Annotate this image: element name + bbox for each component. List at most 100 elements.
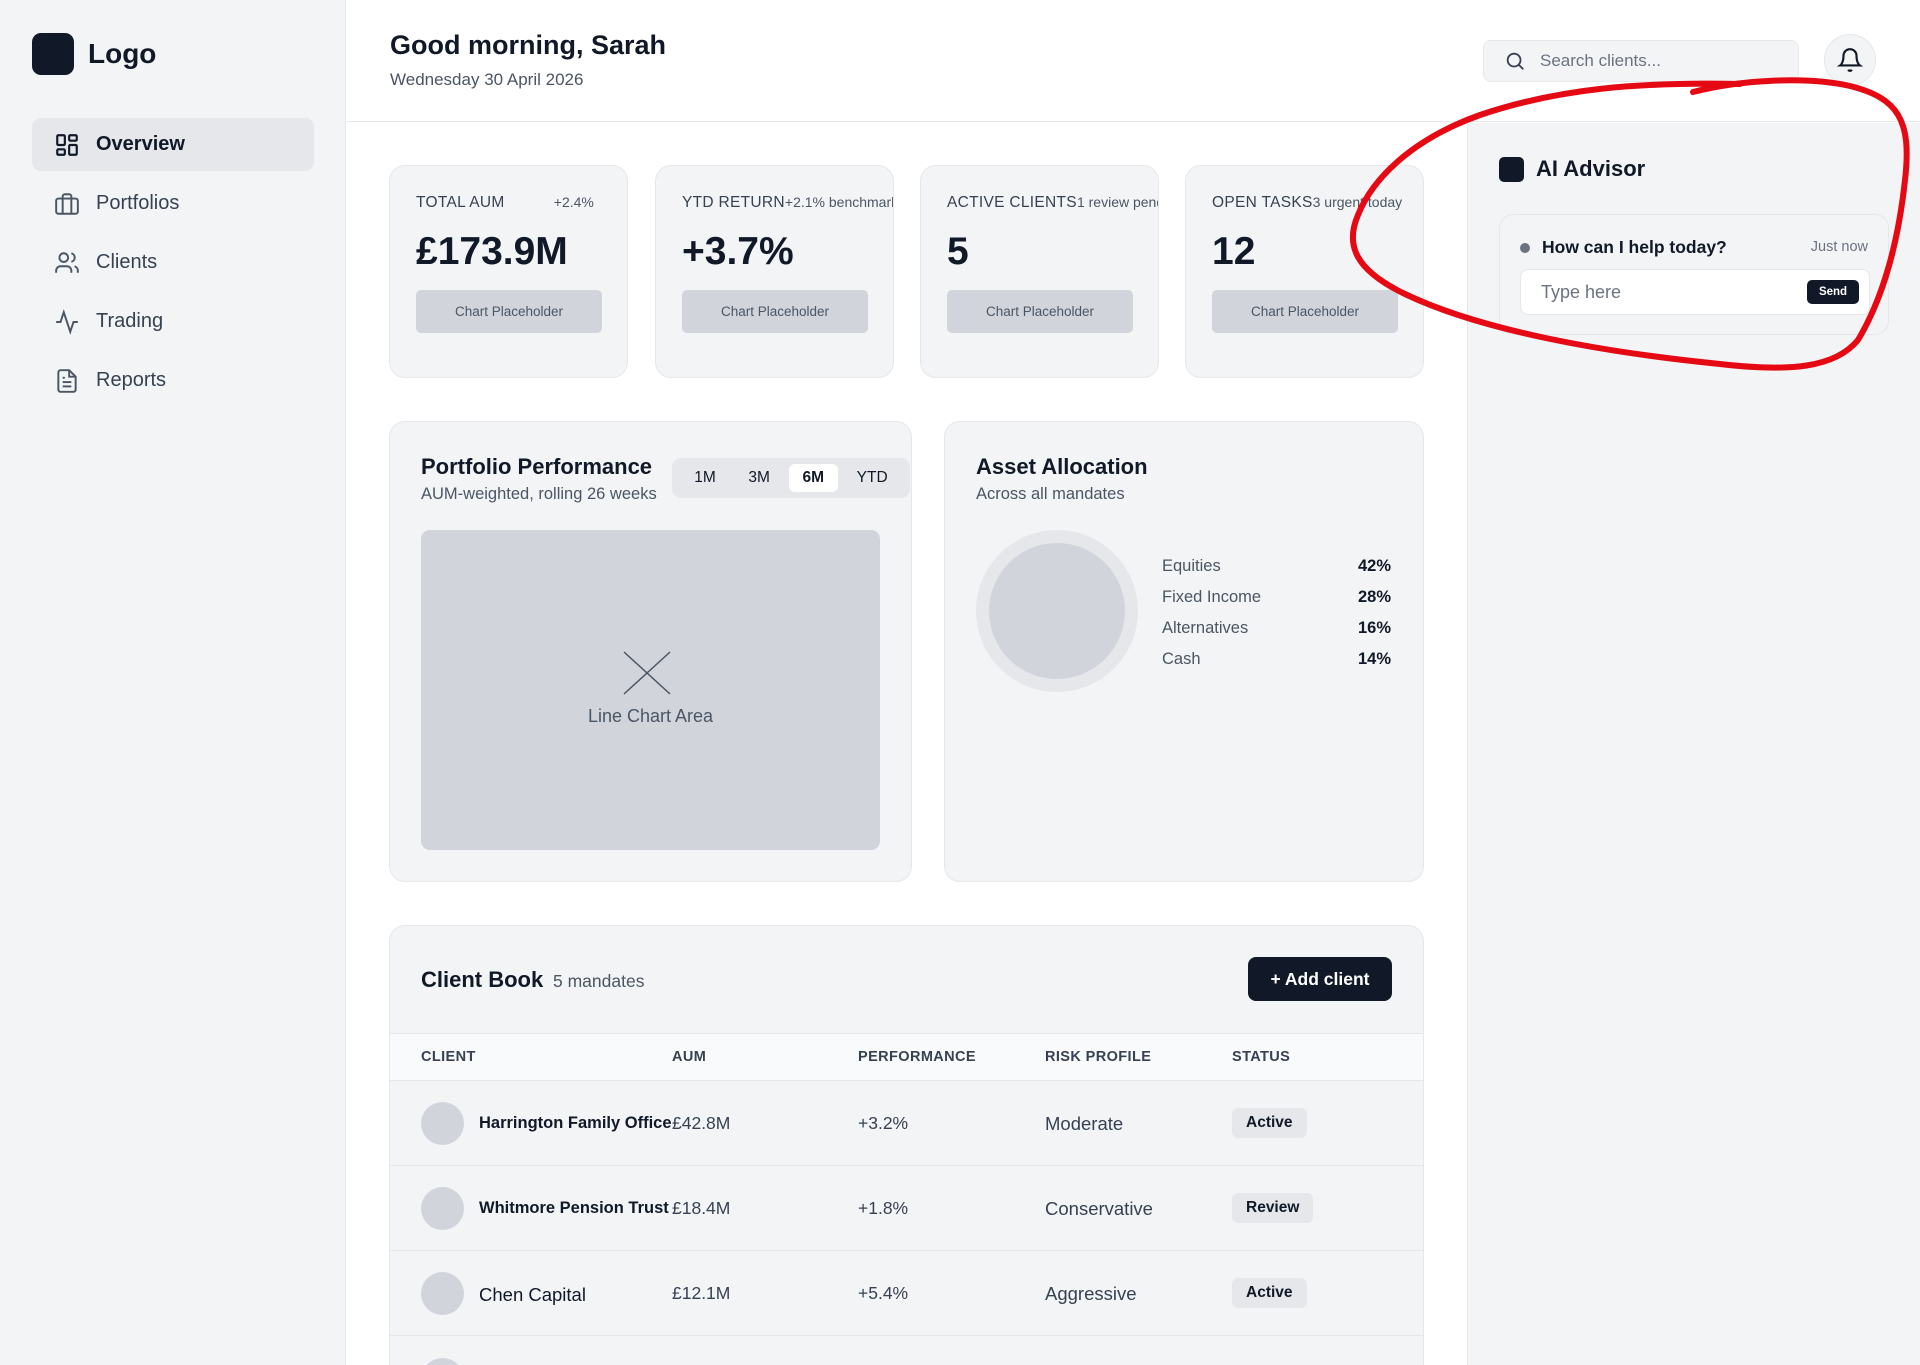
allocation-legend: Equities 42% Fixed Income 28% Alternativ… (1162, 555, 1391, 671)
logo-text: Logo (88, 38, 157, 69)
sidebar-item-portfolios[interactable]: Portfolios (32, 177, 314, 230)
ai-advisor-title: AI Advisor (1536, 156, 1646, 181)
range-ytd-button[interactable]: YTD (843, 464, 902, 492)
allocation-name: Equities (1162, 557, 1221, 575)
ai-message-input[interactable] (1541, 282, 1771, 303)
card-subtitle: AUM-weighted, rolling 26 weeks (421, 485, 657, 503)
bell-icon (1837, 48, 1863, 72)
sidebar-item-overview[interactable]: Overview (32, 118, 314, 171)
placeholder-cross-icon (623, 651, 671, 695)
allocation-name: Cash (1162, 650, 1201, 668)
allocation-row: Fixed Income 28% (1162, 586, 1391, 609)
client-risk: Conservative (1045, 1198, 1153, 1219)
status-dot-icon (1520, 243, 1530, 253)
table-row[interactable] (390, 1336, 1423, 1365)
column-header-status[interactable]: STATUS (1232, 1049, 1290, 1065)
table-row[interactable]: Whitmore Pension Trust £18.4M +1.8% Cons… (390, 1166, 1423, 1251)
kpi-label-text: YTD RETURN (682, 194, 785, 211)
column-header-client[interactable]: CLIENT (421, 1049, 476, 1065)
allocation-pct: 16% (1357, 619, 1391, 637)
ai-advisor-logo-icon (1499, 156, 1524, 182)
kpi-label-text: TOTAL AUM (416, 194, 505, 211)
users-icon (55, 251, 79, 273)
column-header-aum[interactable]: AUM (672, 1049, 706, 1065)
card-title: Portfolio Performance (421, 454, 653, 479)
client-risk: Moderate (1045, 1113, 1124, 1134)
sidebar-item-reports[interactable]: Reports (32, 354, 314, 407)
range-selector: 1M 3M 6M YTD (672, 458, 910, 498)
search-input[interactable] (1540, 51, 1780, 71)
client-name: Chen Capital (479, 1284, 586, 1305)
kpi-delta: +2.4% (553, 194, 594, 210)
table-header: CLIENT AUM PERFORMANCE RISK PROFILE STAT… (390, 1033, 1423, 1081)
kpi-label: ACTIVE CLIENTS1 review pending (947, 194, 1158, 212)
search-box[interactable] (1483, 40, 1799, 82)
sidebar-item-label: Reports (96, 369, 167, 391)
client-performance: +5.4% (858, 1283, 909, 1303)
allocation-row: Alternatives 16% (1162, 617, 1391, 640)
ai-input-box[interactable]: Send (1520, 269, 1870, 315)
kpi-card-ytd-return: YTD RETURN+2.1% benchmark +3.7% Chart Pl… (655, 165, 894, 378)
table-row[interactable]: Harrington Family Office £42.8M +3.2% Mo… (390, 1081, 1423, 1166)
card-title: Asset Allocation (976, 454, 1148, 479)
kpi-value: 5 (947, 230, 969, 273)
kpi-chart-placeholder: Chart Placeholder (947, 290, 1133, 333)
card-title: Client Book (421, 967, 544, 992)
sidebar-item-clients[interactable]: Clients (32, 236, 314, 289)
status-badge: Active (1232, 1108, 1307, 1138)
sidebar-nav: Overview Portfolios Clients Trading Repo… (32, 118, 314, 407)
sidebar-item-trading[interactable]: Trading (32, 295, 314, 348)
grid-icon (56, 133, 78, 156)
client-performance: +1.8% (858, 1198, 909, 1218)
kpi-card-total-aum: TOTAL AUM +2.4% £173.9M Chart Placeholde… (389, 165, 628, 378)
kpi-delta: 3 urgent today (1312, 194, 1403, 210)
client-name: Whitmore Pension Trust (479, 1199, 669, 1217)
range-3m-button[interactable]: 3M (734, 464, 784, 492)
kpi-chart-placeholder: Chart Placeholder (1212, 290, 1398, 333)
kpi-value: £173.9M (416, 230, 568, 273)
ai-advisor-panel: AI Advisor How can I help today? Just no… (1467, 123, 1920, 1365)
column-header-performance[interactable]: PERFORMANCE (858, 1049, 976, 1065)
kpi-card-open-tasks: OPEN TASKS3 urgent today 12 Chart Placeh… (1185, 165, 1424, 378)
document-icon (57, 368, 77, 393)
kpi-label: OPEN TASKS3 urgent today (1212, 194, 1402, 212)
avatar (421, 1187, 464, 1230)
client-book-card: Client Book 5 mandates + Add client CLIE… (389, 925, 1424, 1365)
client-performance: +3.2% (858, 1113, 909, 1133)
activity-icon (56, 308, 78, 335)
column-header-risk-profile[interactable]: RISK PROFILE (1045, 1049, 1151, 1065)
line-chart-placeholder: Line Chart Area (421, 530, 880, 850)
top-header: Good morning, Sarah Wednesday 30 April 2… (347, 0, 1920, 122)
send-button[interactable]: Send (1807, 280, 1859, 304)
add-client-button[interactable]: + Add client (1248, 957, 1392, 1001)
status-badge: Active (1232, 1278, 1307, 1308)
range-6m-button[interactable]: 6M (788, 464, 839, 492)
allocation-pct: 14% (1357, 650, 1391, 668)
allocation-pct: 42% (1357, 557, 1391, 575)
briefcase-icon (55, 192, 79, 215)
ai-timestamp: Just now (1810, 239, 1868, 255)
client-risk: Aggressive (1045, 1283, 1137, 1304)
range-1m-button[interactable]: 1M (680, 464, 730, 492)
client-aum: £18.4M (672, 1198, 731, 1218)
asset-allocation-card: Asset Allocation Across all mandates Equ… (944, 421, 1424, 882)
line-chart-label: Line Chart Area (587, 706, 714, 726)
allocation-name: Alternatives (1162, 619, 1249, 637)
client-name: Harrington Family Office (479, 1114, 672, 1132)
table-row[interactable]: Chen Capital £12.1M +5.4% Aggressive Act… (390, 1251, 1423, 1336)
kpi-value: 12 (1212, 230, 1256, 273)
ai-prompt-text: How can I help today? (1542, 237, 1727, 257)
page-title: Good morning, Sarah (390, 30, 667, 60)
client-aum: £12.1M (672, 1283, 731, 1303)
allocation-row: Cash 14% (1162, 648, 1391, 671)
logo-mark (32, 33, 74, 75)
kpi-chart-placeholder: Chart Placeholder (416, 290, 602, 333)
sidebar-item-label: Portfolios (96, 192, 180, 214)
client-book-header: Client Book 5 mandates + Add client (390, 926, 1423, 1034)
brand[interactable]: Logo (32, 33, 156, 75)
allocation-row: Equities 42% (1162, 555, 1391, 578)
kpi-delta: +2.1% benchmark (784, 194, 894, 210)
ai-chat-card: How can I help today? Just now Send (1499, 214, 1889, 335)
notifications-button[interactable] (1824, 34, 1876, 86)
kpi-chart-placeholder: Chart Placeholder (682, 290, 868, 333)
